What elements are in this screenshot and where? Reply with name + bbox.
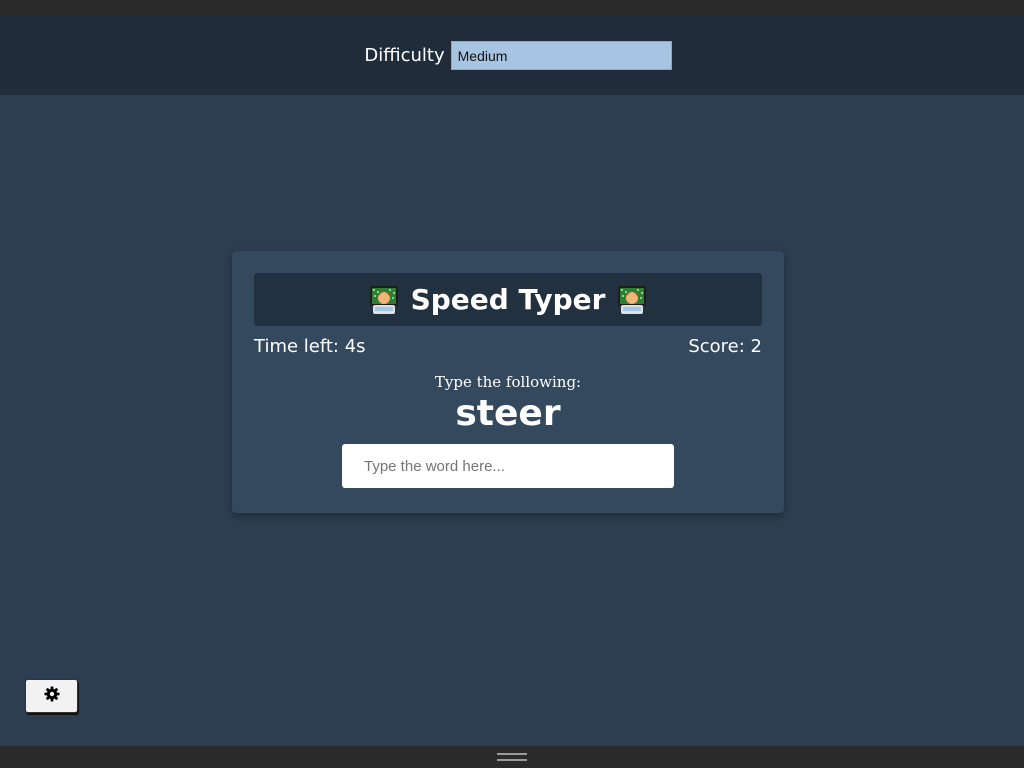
bottom-edge-strip xyxy=(0,746,1024,768)
stats-row: Time left: 4s Score: 2 xyxy=(254,336,762,357)
time-left-display: Time left: 4s xyxy=(254,336,366,357)
resize-handle-icon[interactable] xyxy=(497,753,527,761)
target-word: steer xyxy=(455,393,561,434)
settings-toggle-button[interactable] xyxy=(25,679,78,713)
settings-bar: Difficulty Medium xyxy=(0,16,1024,95)
game-title: Speed Typer xyxy=(410,283,606,316)
technologist-emoji-icon xyxy=(369,285,399,315)
prompt-label: Type the following: xyxy=(434,373,582,391)
game-card: Speed Typer Time left: 4s Score: 2 Type … xyxy=(232,251,784,513)
word-input[interactable] xyxy=(342,444,674,488)
title-banner: Speed Typer xyxy=(254,273,762,326)
score-display: Score: 2 xyxy=(688,336,762,357)
difficulty-selected-value: Medium xyxy=(457,47,508,64)
technologist-emoji-icon xyxy=(617,285,647,315)
difficulty-select[interactable]: Medium xyxy=(450,41,672,70)
gear-icon xyxy=(44,686,60,706)
top-edge-strip xyxy=(0,0,1024,16)
difficulty-label: Difficulty xyxy=(364,45,445,66)
